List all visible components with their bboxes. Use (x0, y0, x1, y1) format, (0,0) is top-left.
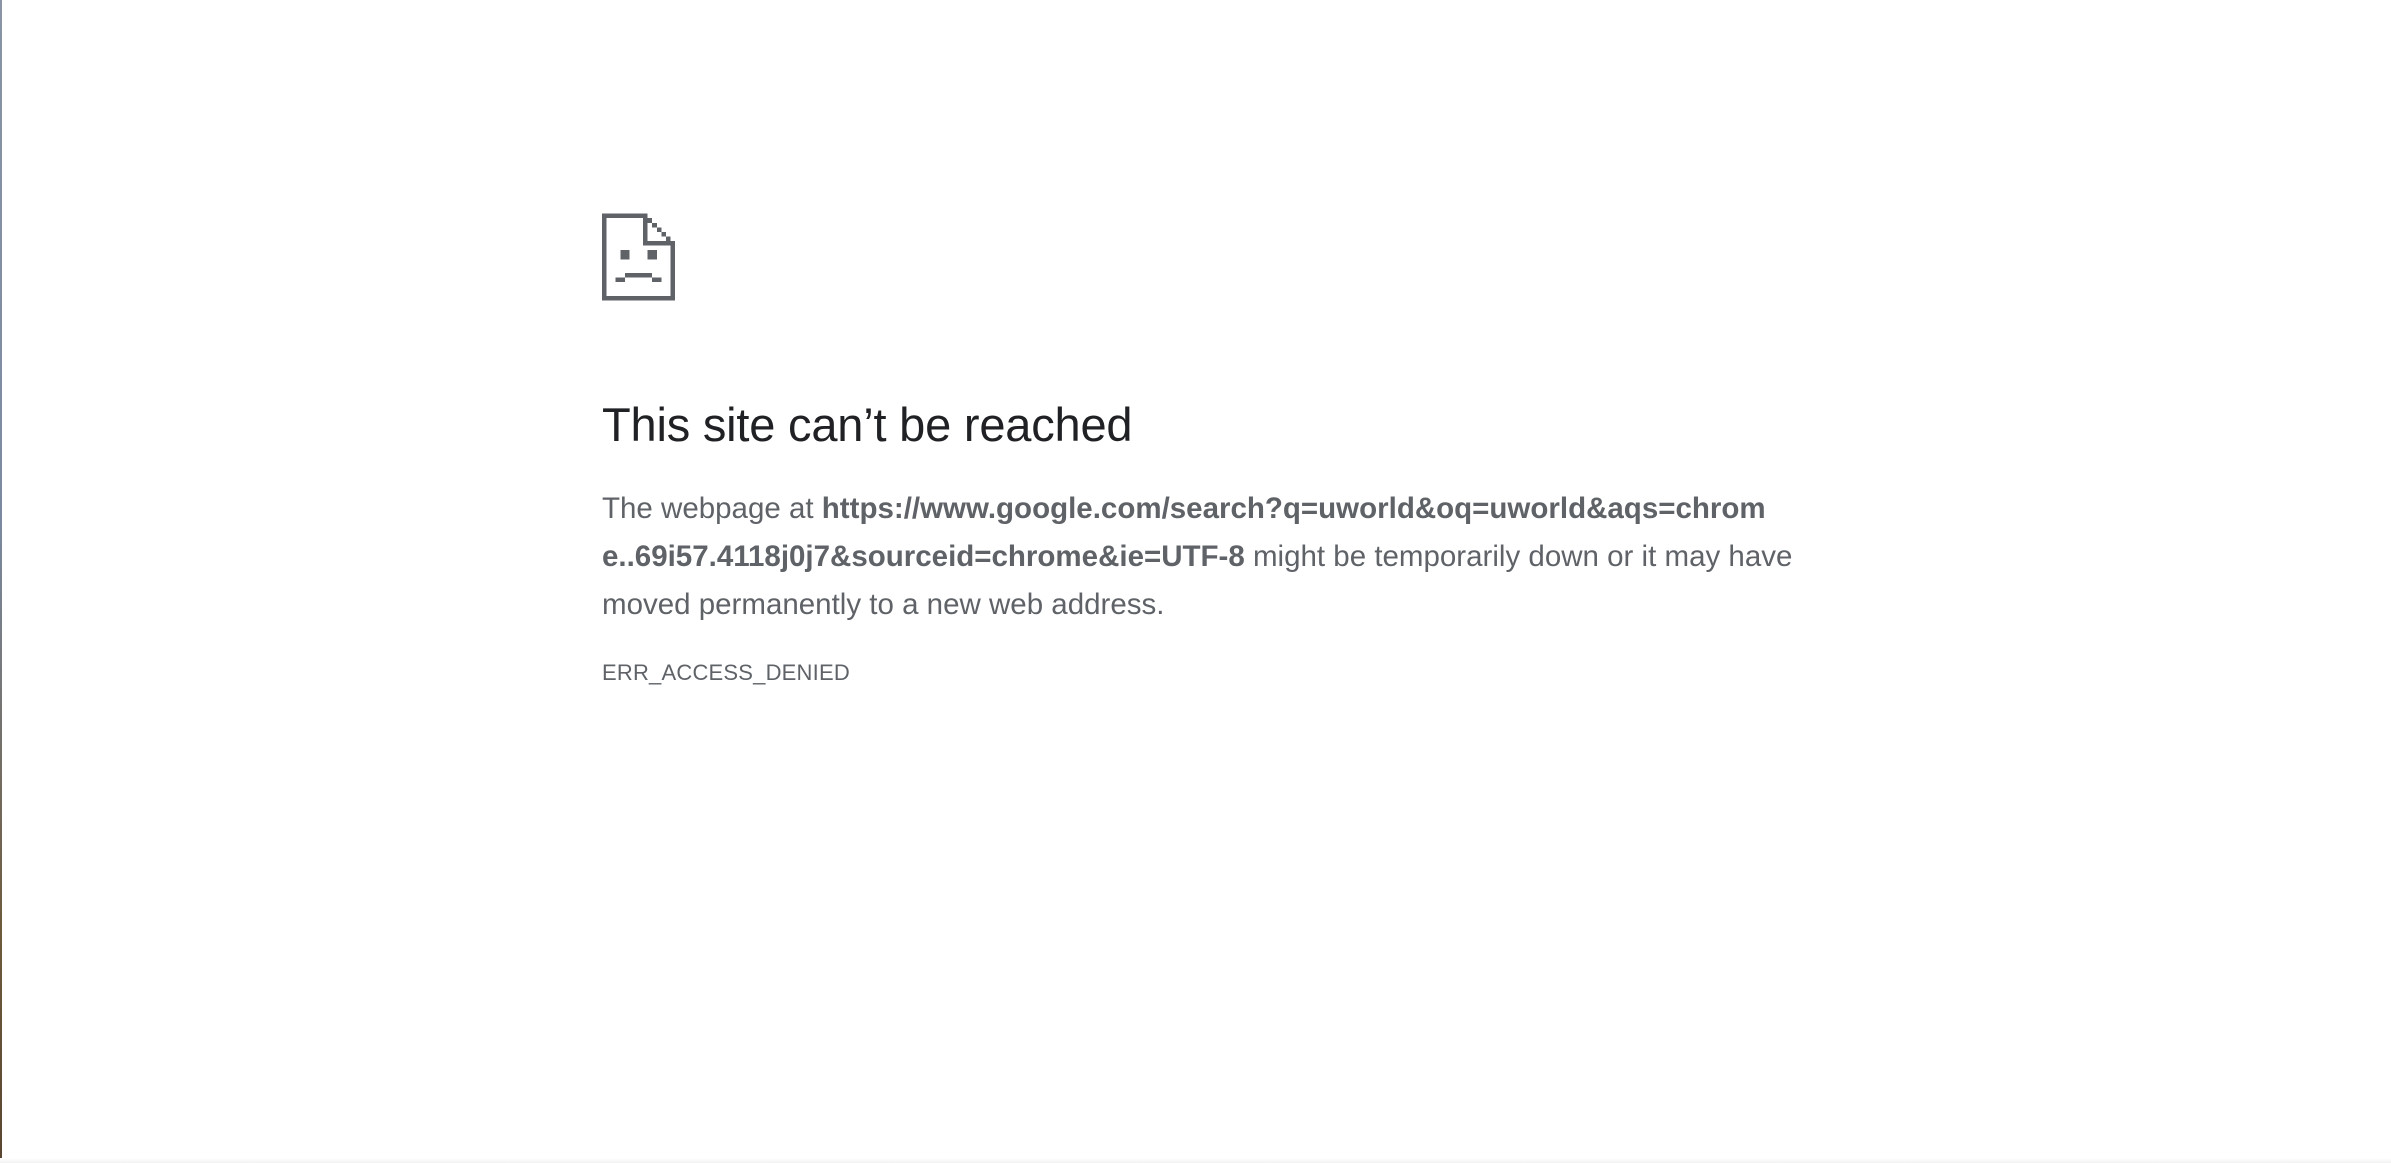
error-message-prefix: The webpage at (602, 492, 822, 525)
error-title: This site can’t be reached (602, 398, 1133, 451)
error-page: This site can’t be reached The webpage a… (602, 212, 1802, 685)
error-code: ERR_ACCESS_DENIED (602, 660, 850, 685)
window-left-edge (0, 0, 2, 1163)
window-bottom-edge (0, 1158, 2391, 1163)
error-message: The webpage at https://www.google.com/se… (602, 485, 1797, 629)
sad-document-icon (602, 213, 675, 301)
